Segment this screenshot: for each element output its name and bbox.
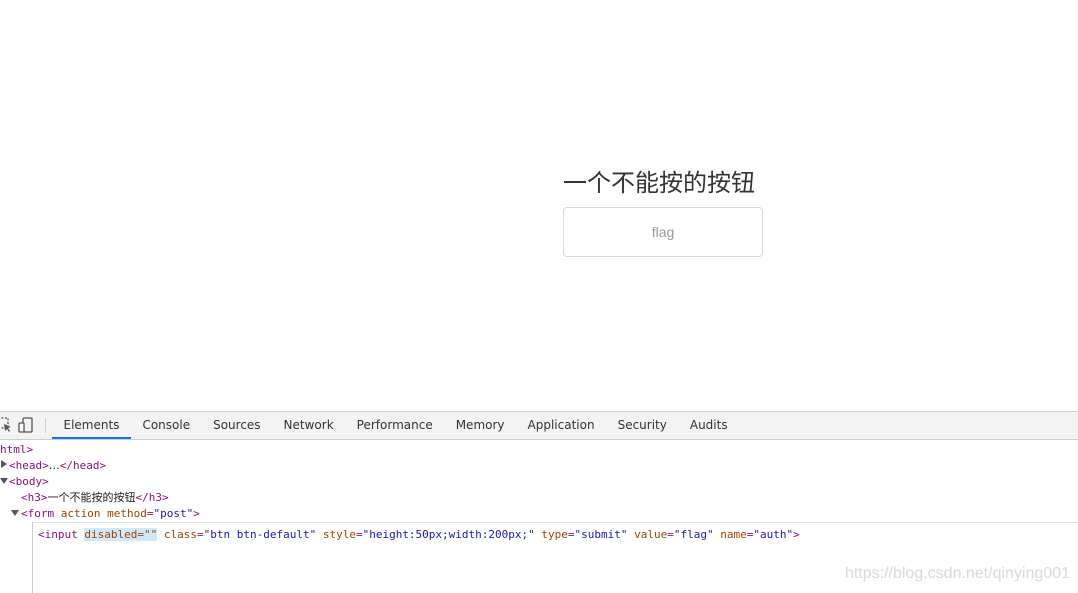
value-attr-name: value xyxy=(634,528,668,541)
flag-button[interactable] xyxy=(563,207,763,257)
value-attr-value: "flag" xyxy=(673,528,714,541)
h3-text: 一个不能按的按钮 xyxy=(47,491,136,504)
dom-node-input[interactable]: <input disabled="" class="btn btn-defaul… xyxy=(38,527,800,543)
tab-elements[interactable]: Elements xyxy=(52,412,131,439)
head-close-tag: </head> xyxy=(59,459,107,472)
name-attr-value: "auth" xyxy=(753,528,794,541)
device-toolbar-icon[interactable] xyxy=(18,417,34,433)
type-attr-value: "submit" xyxy=(574,528,628,541)
h3-open-tag: <h3> xyxy=(21,491,48,504)
h3-close-tag: </h3> xyxy=(135,491,169,504)
tab-security[interactable]: Security xyxy=(606,412,678,439)
tab-memory[interactable]: Memory xyxy=(444,412,516,439)
input-open-tag: <input xyxy=(38,528,78,541)
html-tag: html> xyxy=(0,443,34,456)
type-attr-name: type xyxy=(541,528,568,541)
form-close-bracket: > xyxy=(193,507,200,520)
tab-application[interactable]: Application xyxy=(516,412,606,439)
style-attr-name: style xyxy=(322,528,356,541)
head-open-tag: <head> xyxy=(9,459,49,472)
devtools-tabs: Elements Console Sources Network Perform… xyxy=(52,412,739,439)
page-viewport: 一个不能按的按钮 xyxy=(0,0,1078,411)
toolbar-divider xyxy=(45,418,46,433)
tab-network[interactable]: Network xyxy=(272,412,345,439)
dom-node-head[interactable]: <head>…</head> xyxy=(9,458,106,474)
body-open-tag: <body> xyxy=(9,475,49,488)
tab-audits[interactable]: Audits xyxy=(678,412,739,439)
class-attr-value: "btn btn-default" xyxy=(203,528,317,541)
name-attr-name: name xyxy=(720,528,747,541)
expand-arrow-icon[interactable] xyxy=(1,460,7,468)
form-method-eq: = xyxy=(146,507,154,520)
collapse-arrow-icon[interactable] xyxy=(11,510,19,516)
dom-node-h3[interactable]: <h3>一个不能按的按钮</h3> xyxy=(21,490,169,506)
form-action-attr: action xyxy=(60,507,101,520)
dom-node-form[interactable]: <form action method="post"> xyxy=(21,506,200,522)
form-method-value: "post" xyxy=(153,507,194,520)
class-attr-name: class xyxy=(163,528,197,541)
devtools-toolbar: Elements Console Sources Network Perform… xyxy=(0,412,1078,440)
dom-node-html[interactable]: html> xyxy=(0,442,33,458)
tab-console[interactable]: Console xyxy=(131,412,202,439)
dom-node-body[interactable]: <body> xyxy=(9,474,49,490)
page-heading: 一个不能按的按钮 xyxy=(563,169,755,197)
tab-sources[interactable]: Sources xyxy=(202,412,272,439)
form-method-attr: method xyxy=(107,507,147,520)
input-close-bracket: > xyxy=(793,528,800,541)
head-ellipsis[interactable]: … xyxy=(49,459,60,472)
form-open-tag: <form xyxy=(21,507,55,520)
tab-performance[interactable]: Performance xyxy=(345,412,444,439)
disabled-attr[interactable]: disabled="" xyxy=(84,528,158,541)
watermark: https://blog.csdn.net/qinying001 xyxy=(844,565,1070,582)
style-attr-value: "height:50px;width:200px;" xyxy=(362,528,535,541)
inspect-element-icon[interactable] xyxy=(0,417,13,433)
collapse-arrow-icon[interactable] xyxy=(0,478,8,484)
